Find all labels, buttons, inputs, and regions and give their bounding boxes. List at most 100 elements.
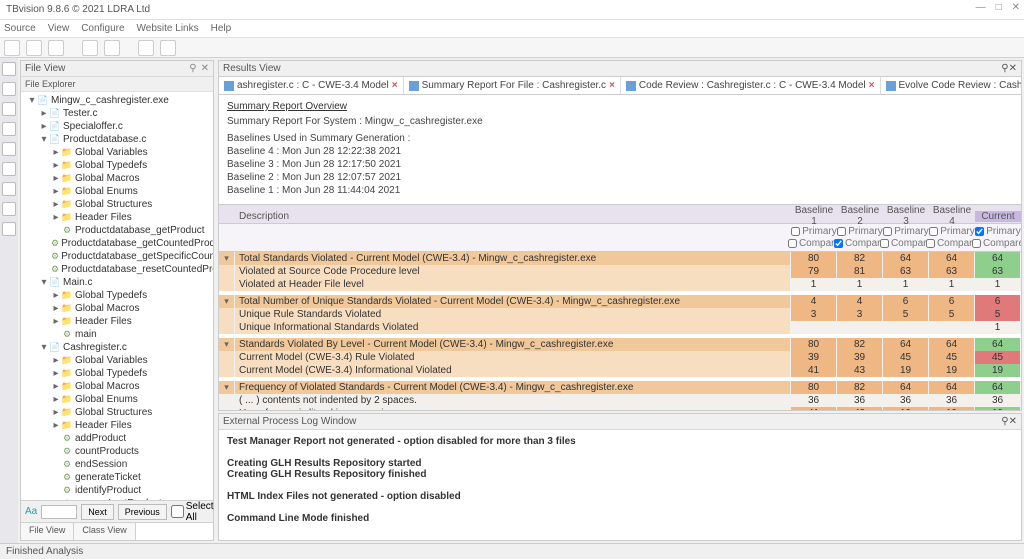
primary-check[interactable]: Primary (837, 226, 882, 237)
strip-button[interactable] (2, 142, 16, 156)
strip-button[interactable] (2, 122, 16, 136)
toolbar-button[interactable] (160, 40, 176, 56)
menu-help[interactable]: Help (211, 23, 232, 34)
strip-button[interactable] (2, 82, 16, 96)
collapse-toggle (219, 407, 235, 410)
compare-check[interactable]: Compare (834, 238, 886, 249)
toolbar-button[interactable] (4, 40, 20, 56)
menu-source[interactable]: Source (4, 23, 36, 34)
tree-node[interactable]: ▸📁Global Typedefs (23, 159, 211, 172)
next-button[interactable]: Next (81, 504, 114, 520)
close-icon[interactable]: ✕ (201, 63, 209, 74)
tree-node[interactable]: ▸📁Header Files (23, 211, 211, 224)
tree-node[interactable]: ⚙identifyProduct (23, 484, 211, 497)
close-icon[interactable]: ✕ (1009, 416, 1017, 427)
strip-button[interactable] (2, 222, 16, 236)
col-description[interactable]: Description (235, 211, 791, 222)
tree-node[interactable]: ▸📁Global Variables (23, 146, 211, 159)
tree-node[interactable]: ⚙Productdatabase_getSpecificCountedProdu… (23, 250, 211, 263)
compare-check[interactable]: Compare (972, 238, 1021, 249)
toolbar-button[interactable] (104, 40, 120, 56)
tree-node[interactable]: ⚙generateTicket (23, 471, 211, 484)
pin-icon[interactable]: ⚲ (189, 63, 196, 74)
strip-button[interactable] (2, 102, 16, 116)
tree-node[interactable]: ⚙Productdatabase_getProduct (23, 224, 211, 237)
log-pane: External Process Log Window ⚲✕ Test Mana… (218, 413, 1022, 541)
app-title: TBvision 9.8.6 © 2021 LDRA Ltd (6, 4, 150, 15)
tree-node[interactable]: ▸📁Header Files (23, 419, 211, 432)
tree-node[interactable]: ⚙main (23, 328, 211, 341)
close-icon[interactable]: ✕ (1009, 63, 1017, 74)
tree-node[interactable]: ▸📄Specialoffer.c (23, 120, 211, 133)
collapse-toggle[interactable]: ▾ (219, 295, 235, 308)
primary-check[interactable]: Primary (975, 226, 1020, 237)
tree-node[interactable]: ▾📄Cashregister.c (23, 341, 211, 354)
fold-icon: 📁 (61, 356, 73, 366)
menu-view[interactable]: View (48, 23, 70, 34)
tree-node[interactable]: ▾📄Main.c (23, 276, 211, 289)
compare-check[interactable]: Compare (788, 238, 840, 249)
tree-node[interactable]: ▸📁Global Enums (23, 185, 211, 198)
toolbar-button[interactable] (82, 40, 98, 56)
file-tree[interactable]: ▾📄Mingw_c_cashregister.exe▸📄Tester.c▸📄Sp… (21, 92, 213, 500)
tree-node[interactable]: ▾📄Productdatabase.c (23, 133, 211, 146)
tree-node[interactable]: ▸📁Global Macros (23, 172, 211, 185)
pin-icon[interactable]: ⚲ (1001, 63, 1008, 74)
collapse-toggle[interactable]: ▾ (219, 381, 235, 394)
tree-node[interactable]: ▸📄Tester.c (23, 107, 211, 120)
tree-node[interactable]: ⚙endSession (23, 458, 211, 471)
tab-close-icon[interactable]: × (869, 80, 875, 91)
document-tab[interactable]: Code Review : Cashregister.c : C - CWE-3… (621, 77, 881, 94)
toolbar-button[interactable] (48, 40, 64, 56)
search-glyph-icon[interactable]: Aa (25, 506, 37, 517)
tree-node[interactable]: ▸📁Global Enums (23, 393, 211, 406)
primary-check[interactable]: Primary (883, 226, 928, 237)
tree-node[interactable]: ⚙Productdatabase_getCountedProduct (23, 237, 211, 250)
tree-search-input[interactable] (41, 505, 77, 519)
tree-node[interactable]: ⚙Productdatabase_resetCountedProducts (23, 263, 211, 276)
tree-node[interactable]: ▸📁Global Macros (23, 302, 211, 315)
document-tab[interactable]: Summary Report For File : Cashregister.c… (404, 77, 621, 94)
compare-check[interactable]: Compare (926, 238, 978, 249)
primary-check[interactable]: Primary (791, 226, 836, 237)
tree-node[interactable]: ⚙addProduct (23, 432, 211, 445)
menu-website-links[interactable]: Website Links (137, 23, 199, 34)
col-current[interactable]: Current (975, 211, 1021, 222)
pin-icon[interactable]: ⚲ (1001, 416, 1008, 427)
maximize-button[interactable]: □ (996, 2, 1002, 13)
tab-close-icon[interactable]: × (609, 80, 615, 91)
tree-node[interactable]: ▸📁Global Structures (23, 406, 211, 419)
tab-file-view[interactable]: File View (21, 523, 74, 540)
tab-close-icon[interactable]: × (392, 80, 398, 91)
value-cell (929, 321, 975, 334)
tree-node[interactable]: ▸📁Global Variables (23, 354, 211, 367)
strip-button[interactable] (2, 162, 16, 176)
close-button[interactable]: ✕ (1012, 2, 1020, 13)
tree-node[interactable]: ▸📁Global Macros (23, 380, 211, 393)
document-tab[interactable]: Evolve Code Review : Cashregister.c : C … (881, 77, 1023, 94)
compare-check[interactable]: Compare (880, 238, 932, 249)
strip-button[interactable] (2, 62, 16, 76)
tree-node[interactable]: ▸📁Global Typedefs (23, 289, 211, 302)
previous-button[interactable]: Previous (118, 504, 167, 520)
value-cell: 36 (791, 394, 837, 407)
toolbar-button[interactable] (26, 40, 42, 56)
toolbar-button[interactable] (138, 40, 154, 56)
select-all-check[interactable]: Select All (171, 501, 214, 523)
primary-check[interactable]: Primary (929, 226, 974, 237)
collapse-toggle[interactable]: ▾ (219, 338, 235, 351)
tree-node[interactable]: ▾📄Mingw_c_cashregister.exe (23, 94, 211, 107)
minimize-button[interactable]: — (976, 2, 986, 13)
menu-configure[interactable]: Configure (81, 23, 124, 34)
collapse-toggle[interactable]: ▾ (219, 252, 235, 265)
tree-node[interactable]: ▸📁Header Files (23, 315, 211, 328)
tree-node[interactable]: ▸📁Global Typedefs (23, 367, 211, 380)
tree-node[interactable]: ▸📁Global Structures (23, 198, 211, 211)
strip-button[interactable] (2, 202, 16, 216)
strip-button[interactable] (2, 182, 16, 196)
report-title: Summary Report Overview (227, 101, 1013, 112)
fn-icon: ⚙ (51, 265, 59, 275)
tree-node[interactable]: ⚙countProducts (23, 445, 211, 458)
tab-class-view[interactable]: Class View (74, 523, 135, 540)
document-tab[interactable]: ashregister.c : C - CWE-3.4 Model× (219, 77, 404, 94)
